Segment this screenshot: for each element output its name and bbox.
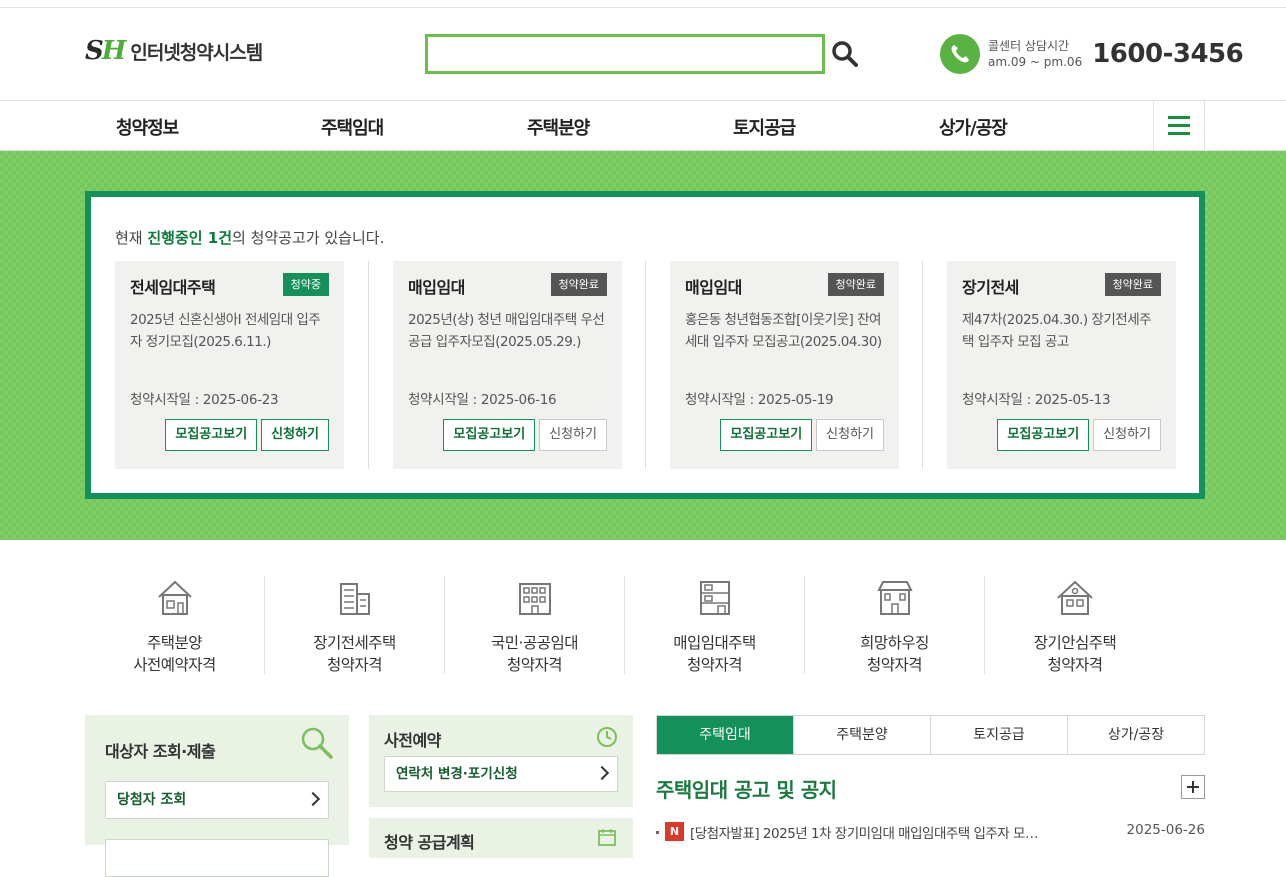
- subscription-card: 매입임대 청약완료 홍은동 청년협동조합[이웃기웃] 잔여세대 입주자 모집공고…: [670, 261, 899, 469]
- subscription-card: 장기전세 청약완료 제47차(2025.04.30.) 장기전세주택 입주자 모…: [947, 261, 1176, 469]
- contact-change-button[interactable]: 연락처 변경·포기신청: [384, 756, 618, 792]
- apply-button[interactable]: 신청하기: [816, 419, 884, 451]
- card-title: 장기전세: [962, 278, 1019, 297]
- logo-mark: SH: [85, 36, 126, 66]
- target-lookup-panel: 대상자 조회·제출 당첨자 조회: [85, 715, 349, 877]
- tab-commercial[interactable]: 상가/공장: [1068, 716, 1204, 754]
- callcenter-hours: 콜센터 상담시간 am.09 ~ pm.06: [988, 39, 1083, 69]
- apply-button[interactable]: 신청하기: [1093, 419, 1161, 451]
- card-description[interactable]: 홍은동 청년협동조합[이웃기웃] 잔여세대 입주자 모집공고(2025.04.3…: [685, 309, 885, 353]
- view-notice-button[interactable]: 모집공고보기: [165, 419, 258, 451]
- card-divider: [922, 261, 923, 469]
- nav-item-info[interactable]: 청약정보: [116, 114, 179, 140]
- new-badge: N: [665, 822, 684, 841]
- nav-item-commercial[interactable]: 상가/공장: [939, 114, 1008, 140]
- card-title: 매입임대: [685, 278, 742, 297]
- winner-lookup-button[interactable]: 당첨자 조회: [105, 781, 329, 819]
- tab-sale[interactable]: 주택분양: [794, 716, 931, 754]
- callcenter-number: 1600-3456: [1092, 39, 1244, 69]
- sh-logo[interactable]: SH 인터넷청약시스템: [85, 36, 263, 66]
- card-start-date: 청약시작일 : 2025-05-13: [962, 392, 1111, 408]
- top-divider: [0, 0, 1286, 8]
- quick-link-longterm-jeonse[interactable]: 장기전세주택 청약자격: [265, 576, 445, 674]
- nav-item-sale[interactable]: 주택분양: [527, 114, 590, 140]
- quick-link-safe-housing[interactable]: 장기안심주택 청약자격: [985, 576, 1165, 674]
- safe-house-icon: [1057, 580, 1093, 615]
- quick-link-label: 장기안심주택 청약자격: [1033, 634, 1117, 674]
- quick-link-hope-housing[interactable]: 희망하우징 청약자격: [805, 576, 985, 674]
- card-description[interactable]: 제47차(2025.04.30.) 장기전세주택 입주자 모집 공고: [962, 309, 1162, 353]
- chevron-right-icon: [305, 791, 321, 807]
- list-item: N [당첨자발표] 2025년 1차 장기미임대 매입임대주택 입주자 모집공고…: [656, 821, 1205, 843]
- chevron-right-icon: [594, 765, 610, 781]
- main-nav: 청약정보 주택임대 주택분양 토지공급 상가/공장: [0, 100, 1286, 151]
- search-magnifier-icon: [301, 727, 333, 759]
- search-icon[interactable]: [831, 40, 859, 68]
- apply-button[interactable]: 신청하기: [261, 419, 329, 451]
- nav-item-land[interactable]: 토지공급: [733, 114, 796, 140]
- more-plus-icon[interactable]: [1181, 775, 1205, 799]
- site-header: SH 인터넷청약시스템 콜센터 상담시간 am.09 ~ pm.06 1600-…: [0, 8, 1286, 100]
- card-divider: [645, 261, 646, 469]
- card-start-date: 청약시작일 : 2025-06-16: [408, 392, 557, 408]
- phone-icon: [940, 34, 980, 74]
- quick-links: 주택분양 사전예약자격 장기전세주택 청약자격 국민·공공임대 청약자격 매입임대주택…: [85, 576, 1205, 676]
- house-icon: [157, 580, 192, 615]
- card-start-date: 청약시작일 : 2025-05-19: [685, 392, 834, 408]
- subscription-panel: 현재 진행중인 1건의 청약공고가 있습니다. 전세임대주택 청약중 2025년…: [85, 191, 1205, 499]
- tab-rental[interactable]: 주택임대: [657, 716, 794, 754]
- calendar-icon: [598, 829, 616, 846]
- view-notice-button[interactable]: 모집공고보기: [443, 419, 536, 451]
- notice-tabs: 주택임대 주택분양 토지공급 상가/공장: [656, 715, 1205, 755]
- view-notice-button[interactable]: 모집공고보기: [997, 419, 1090, 451]
- card-title: 전세임대주택: [130, 278, 216, 297]
- panel-title: 대상자 조회·제출: [105, 742, 216, 761]
- townhouse-icon: [699, 581, 730, 615]
- quick-link-public-rental[interactable]: 국민·공공임대 청약자격: [445, 576, 625, 674]
- panel-title: 청약 공급계획: [384, 833, 475, 852]
- apartment-icon: [339, 583, 370, 615]
- clock-icon: [597, 727, 617, 747]
- prebook-panel: 사전예약 연락처 변경·포기신청: [369, 715, 633, 807]
- status-badge: 청약완료: [550, 273, 607, 296]
- notice-link[interactable]: [당첨자발표] 2025년 1차 장기미임대 매입임대주택 입주자 모집공고(당…: [690, 822, 1040, 842]
- quick-link-label: 국민·공공임대 청약자격: [491, 634, 579, 674]
- view-notice-button[interactable]: 모집공고보기: [720, 419, 813, 451]
- apply-button[interactable]: 신청하기: [539, 419, 607, 451]
- quick-link-purchase-rental[interactable]: 매입임대주택 청약자격: [625, 576, 805, 674]
- supply-plan-panel: 청약 공급계획: [369, 818, 633, 858]
- status-badge: 청약완료: [827, 273, 884, 296]
- subscription-card: 전세임대주택 청약중 2025년 신혼신생아Ⅰ 전세임대 입주자 정기모집(20…: [115, 261, 344, 469]
- hero-section: 현재 진행중인 1건의 청약공고가 있습니다. 전세임대주택 청약중 2025년…: [0, 151, 1286, 540]
- panel-title: 사전예약: [384, 731, 441, 750]
- nav-item-rental[interactable]: 주택임대: [321, 114, 384, 140]
- subscription-card: 매입임대 청약완료 2025년(상) 청년 매입임대주택 우선공급 입주자모집(…: [393, 261, 622, 469]
- callcenter: 콜센터 상담시간 am.09 ~ pm.06 1600-3456: [940, 34, 1244, 74]
- status-badge: 청약중: [282, 273, 329, 296]
- notice-date: 2025-06-26: [1126, 822, 1205, 838]
- bullet: [656, 831, 659, 834]
- hamburger-menu-icon[interactable]: [1153, 100, 1205, 151]
- subscription-status: 현재 진행중인 1건의 청약공고가 있습니다.: [115, 229, 385, 247]
- card-start-date: 청약시작일 : 2025-06-23: [130, 392, 279, 408]
- quick-link-label: 매입임대주택 청약자격: [673, 634, 756, 674]
- card-description[interactable]: 2025년(상) 청년 매입임대주택 우선공급 입주자모집(2025.05.29…: [408, 309, 608, 353]
- quick-link-sale-prebook[interactable]: 주택분양 사전예약자격: [85, 576, 265, 674]
- dormitory-icon: [876, 581, 913, 615]
- building-icon: [518, 583, 551, 615]
- tab-land[interactable]: 토지공급: [931, 716, 1068, 754]
- card-description[interactable]: 2025년 신혼신생아Ⅰ 전세임대 입주자 정기모집(2025.6.11.): [130, 309, 330, 353]
- notice-section-title: 주택임대 공고 및 공지: [656, 778, 837, 802]
- card-divider: [368, 261, 369, 469]
- quick-link-label: 주택분양 사전예약자격: [133, 634, 216, 674]
- quick-link-label: 희망하우징 청약자격: [860, 634, 929, 674]
- logo-text: 인터넷청약시스템: [130, 41, 263, 64]
- status-badge: 청약완료: [1104, 273, 1161, 296]
- card-title: 매입임대: [408, 278, 465, 297]
- search-input[interactable]: [425, 34, 825, 74]
- quick-link-label: 장기전세주택 청약자격: [313, 634, 396, 674]
